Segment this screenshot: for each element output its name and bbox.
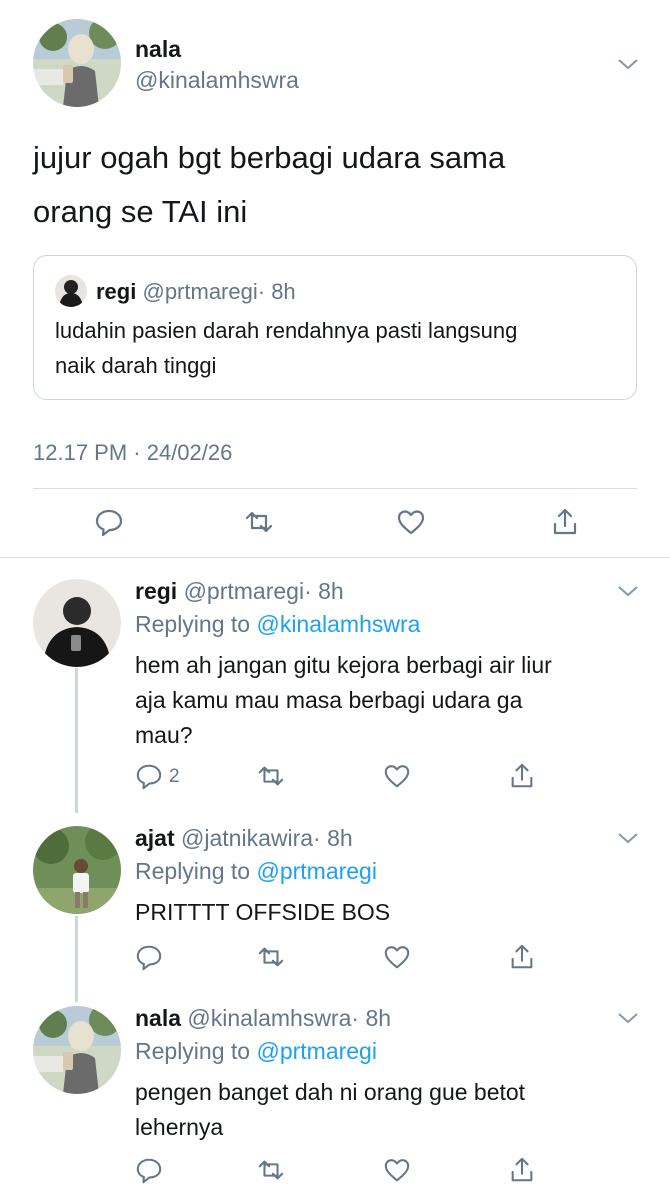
share-icon[interactable] xyxy=(550,507,580,537)
tweet-timestamp[interactable]: 12.17 PM · 24/02/26 xyxy=(33,440,232,466)
avatar-image xyxy=(33,19,121,107)
replying-to-label: Replying to xyxy=(135,858,251,884)
tweet-text-line: jujur ogah bgt berbagi udara sama xyxy=(33,140,506,175)
quoted-text-line: naik darah tinggi xyxy=(55,353,217,378)
reply-text-line: lehernya xyxy=(135,1114,224,1140)
reply-icon[interactable] xyxy=(135,1156,163,1184)
reply-author-name[interactable]: ajat xyxy=(135,825,175,851)
retweet-icon[interactable] xyxy=(257,1156,285,1184)
share-icon[interactable] xyxy=(508,762,536,790)
avatar-nala[interactable] xyxy=(33,1006,121,1094)
replying-to-link[interactable]: @kinalamhswra xyxy=(256,611,420,637)
reply-time: · 8h xyxy=(304,578,344,604)
tweet-text-line: orang se TAI ini xyxy=(33,194,248,229)
reply-author-name[interactable]: nala xyxy=(135,1005,181,1031)
reply-time: · 8h xyxy=(351,1005,392,1031)
reply-icon[interactable] xyxy=(135,762,163,790)
reply-author-handle[interactable]: @prtmaregi xyxy=(184,578,305,604)
quoted-time: · 8h xyxy=(257,279,296,304)
reply-icon[interactable] xyxy=(94,507,124,537)
like-icon[interactable] xyxy=(383,762,411,790)
reply-text-line: hem ah jangan gitu kejora berbagi air li… xyxy=(135,652,552,678)
quoted-text-line: ludahin pasien darah rendahnya pasti lan… xyxy=(55,318,518,343)
retweet-icon[interactable] xyxy=(257,762,285,790)
reply-author-handle[interactable]: @kinalamhswra xyxy=(187,1005,351,1031)
thread-line xyxy=(75,916,78,1002)
chevron-down-icon[interactable] xyxy=(617,831,639,845)
chevron-down-icon[interactable] xyxy=(617,57,639,71)
retweet-icon[interactable] xyxy=(244,507,274,537)
replying-to-link[interactable]: @prtmaregi xyxy=(256,1038,377,1064)
avatar-ajat[interactable] xyxy=(33,826,121,914)
like-icon[interactable] xyxy=(383,1156,411,1184)
like-icon[interactable] xyxy=(383,943,411,971)
divider xyxy=(0,557,670,558)
thread-line xyxy=(75,668,78,813)
reply-author-handle[interactable]: @jatnikawira xyxy=(181,825,313,851)
reply-count: 2 xyxy=(169,766,180,787)
share-icon[interactable] xyxy=(508,1156,536,1184)
reply-time: · 8h xyxy=(313,825,353,851)
divider xyxy=(33,488,637,489)
quoted-avatar xyxy=(55,275,87,307)
quoted-author-handle: @prtmaregi xyxy=(142,279,258,304)
reply-text-line: mau? xyxy=(135,722,193,748)
reply-icon[interactable] xyxy=(135,943,163,971)
chevron-down-icon[interactable] xyxy=(617,1011,639,1025)
reply-text-line: pengen banget dah ni orang gue betot xyxy=(135,1079,526,1105)
quoted-author-name: regi xyxy=(96,279,137,304)
reply-author-name[interactable]: regi xyxy=(135,578,177,604)
replying-to-link[interactable]: @prtmaregi xyxy=(256,858,377,884)
chevron-down-icon[interactable] xyxy=(617,584,639,598)
reply-text-line: aja kamu mau masa berbagi udara ga xyxy=(135,687,523,713)
replying-to-label: Replying to xyxy=(135,1038,251,1064)
avatar-nala[interactable] xyxy=(33,19,121,107)
author-handle[interactable]: @kinalamhswra xyxy=(135,67,299,94)
retweet-icon[interactable] xyxy=(257,943,285,971)
author-name[interactable]: nala xyxy=(135,36,181,63)
reply-text-line: PRITTTT OFFSIDE BOS xyxy=(135,899,391,925)
like-icon[interactable] xyxy=(396,507,426,537)
share-icon[interactable] xyxy=(508,943,536,971)
replying-to-label: Replying to xyxy=(135,611,251,637)
avatar-regi[interactable] xyxy=(33,579,121,667)
